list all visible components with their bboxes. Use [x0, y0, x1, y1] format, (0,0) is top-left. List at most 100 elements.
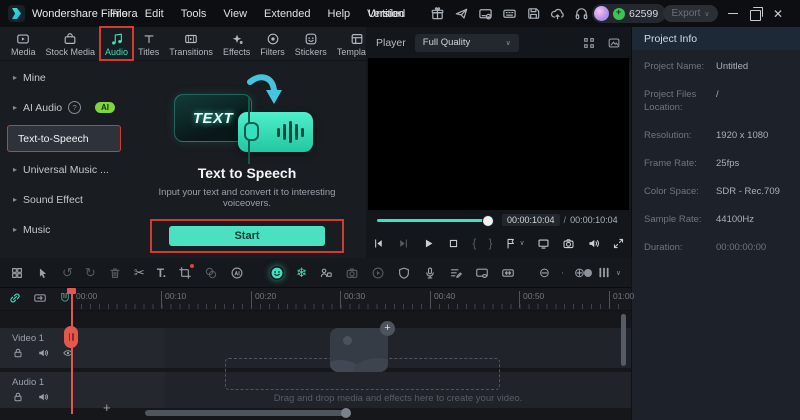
vertical-scrollbar[interactable] [621, 314, 626, 366]
add-track-button[interactable]: + [103, 401, 111, 415]
total-timecode: 00:00:10:04 [570, 215, 618, 225]
tab-stock-media[interactable]: Stock Media [41, 27, 101, 60]
sidebar-item-universal-music[interactable]: ▸ Universal Music ... [7, 157, 121, 182]
camera-icon[interactable] [345, 266, 359, 280]
auto-ripple-icon[interactable] [33, 291, 47, 305]
zoom-out-icon[interactable]: ⊖ [539, 266, 550, 279]
tab-titles[interactable]: Titles [133, 27, 164, 60]
ai-tools-icon[interactable] [230, 266, 244, 280]
text-tool-icon[interactable]: T. [157, 266, 166, 280]
info-row-sample-rate: Sample Rate: 44100Hz [644, 214, 755, 225]
layout-grid-icon[interactable] [582, 36, 596, 50]
sidebar-item-sound-effect[interactable]: ▸ Sound Effect [7, 187, 121, 212]
ruler-tick: 00:30 [340, 291, 365, 308]
support-headset-icon[interactable] [574, 6, 589, 21]
avatar-mask-icon[interactable] [270, 266, 284, 280]
chevron-down-icon: ∨ [519, 240, 525, 247]
project-info-title: Project Info [632, 27, 800, 50]
volume-button[interactable] [587, 237, 600, 250]
fit-timeline-icon[interactable] [501, 266, 515, 280]
keyframe-icon[interactable] [475, 266, 489, 280]
mute-track-icon[interactable] [37, 347, 49, 359]
ai-effects-icon[interactable]: ❄ [296, 266, 307, 279]
fullscreen-button[interactable] [612, 237, 625, 250]
mark-out-button[interactable]: } [488, 237, 492, 249]
tab-effects[interactable]: Effects [218, 27, 255, 60]
media-grid-icon[interactable] [10, 266, 24, 280]
subscription-card-icon[interactable] [478, 6, 493, 21]
select-cursor-icon[interactable] [36, 266, 50, 280]
zoom-slider-knob[interactable] [583, 268, 592, 277]
track-name: Video 1 [12, 333, 45, 344]
menu-edit[interactable]: Edit [145, 8, 164, 20]
menu-help[interactable]: Help [328, 8, 351, 20]
avatar[interactable] [594, 6, 609, 21]
display-settings-icon[interactable] [607, 36, 621, 50]
tab-media[interactable]: Media [6, 27, 41, 60]
captions-icon[interactable] [449, 266, 463, 280]
save-icon[interactable] [526, 6, 541, 21]
stop-button[interactable] [447, 237, 460, 250]
restore-button[interactable] [750, 6, 763, 21]
delete-icon[interactable] [108, 266, 122, 280]
export-button[interactable]: Export ∨ [663, 5, 718, 22]
close-button[interactable]: ✕ [773, 8, 783, 20]
play-button[interactable] [422, 237, 435, 250]
sidebar-item-mine[interactable]: ▸ Mine [7, 65, 121, 90]
mask-shield-icon[interactable] [397, 266, 411, 280]
promo-plane-icon[interactable] [454, 6, 469, 21]
menu-tools[interactable]: Tools [181, 8, 207, 20]
media-placeholder-icon: + [330, 321, 395, 372]
quality-dropdown[interactable]: Full Quality ∨ [414, 33, 519, 52]
crop-icon[interactable] [178, 263, 195, 280]
tab-transitions[interactable]: Transitions [164, 27, 218, 60]
undo-icon[interactable]: ↺ [62, 266, 73, 279]
mute-track-icon[interactable] [37, 391, 49, 403]
keyboard-icon[interactable] [502, 6, 517, 21]
notification-dot [190, 263, 195, 268]
chroma-key-icon[interactable] [204, 266, 218, 280]
account-pill[interactable]: 62599 [592, 4, 667, 23]
playback-progress-bar[interactable] [377, 214, 494, 227]
help-icon[interactable]: ? [68, 101, 82, 114]
tab-filters[interactable]: Filters [255, 27, 290, 60]
cloud-upload-icon[interactable] [550, 6, 565, 21]
redo-icon[interactable]: ↻ [85, 266, 96, 279]
chevron-down-icon[interactable]: ∨ [616, 269, 621, 277]
menu-file[interactable]: File [110, 8, 128, 20]
video-preview[interactable] [368, 58, 629, 210]
tab-stickers[interactable]: Stickers [290, 27, 332, 60]
menu-view[interactable]: View [223, 8, 247, 20]
menu-extended[interactable]: Extended [264, 8, 310, 20]
preview-render-icon[interactable] [371, 266, 385, 280]
playhead-handle[interactable] [64, 326, 78, 348]
scrollbar-knob[interactable] [341, 408, 351, 418]
previous-frame-button[interactable] [372, 237, 385, 250]
sidebar-item-ai-audio[interactable]: ▸ AI Audio ? AI [7, 95, 121, 120]
marker-dropdown[interactable]: ∨ [504, 237, 525, 250]
horizontal-scrollbar[interactable] [145, 408, 351, 418]
feature-description: Input your text and convert it to intere… [158, 187, 336, 209]
progress-knob[interactable] [482, 214, 494, 227]
lock-track-icon[interactable] [12, 347, 24, 359]
mark-in-button[interactable]: { [472, 237, 476, 249]
snapshot-button[interactable] [562, 237, 575, 250]
project-info-panel: Project Info Project Name: Untitled Proj… [632, 27, 800, 420]
record-voiceover-icon[interactable] [423, 266, 437, 280]
gift-icon[interactable] [430, 6, 445, 21]
track-layout-icon[interactable] [597, 266, 611, 280]
next-frame-button[interactable] [397, 237, 410, 250]
timeline-ruler[interactable]: 00:00 00:10 00:20 00:30 00:40 00:50 01:0… [0, 288, 634, 311]
sidebar-item-text-to-speech[interactable]: Text-to-Speech [7, 125, 121, 152]
split-scissors-icon[interactable]: ✂ [134, 266, 145, 279]
motion-track-icon[interactable] [319, 266, 333, 280]
playhead-line[interactable] [71, 288, 73, 414]
sidebar-item-music[interactable]: ▸ Music [7, 217, 121, 242]
minimize-button[interactable] [728, 12, 738, 15]
preview-display-button[interactable] [537, 237, 550, 250]
tab-audio[interactable]: Audio [99, 26, 135, 61]
start-button[interactable]: Start [169, 226, 325, 246]
link-clips-icon[interactable] [8, 291, 22, 305]
lock-track-icon[interactable] [12, 391, 24, 403]
feature-title: Text to Speech [197, 165, 297, 181]
